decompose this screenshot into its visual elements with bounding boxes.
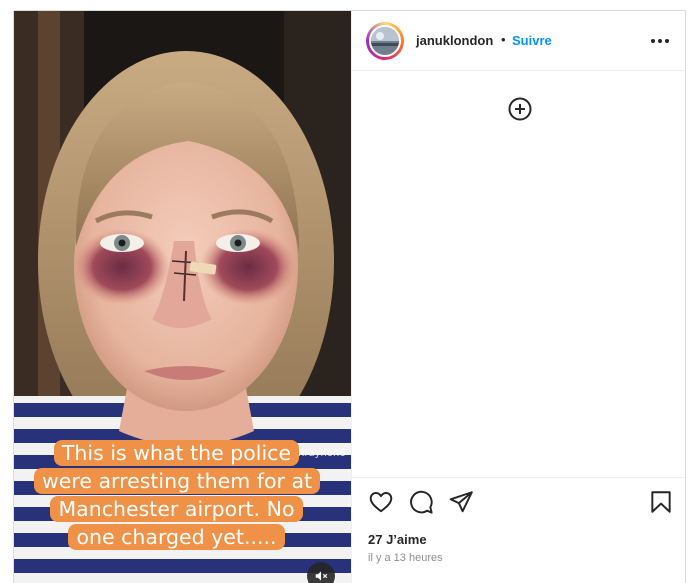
- speaker-muted-icon: [315, 571, 328, 581]
- save-button[interactable]: [648, 489, 674, 515]
- follow-button[interactable]: Suivre: [512, 33, 552, 48]
- heart-icon: [369, 492, 393, 513]
- add-circle-icon: [508, 97, 532, 121]
- avatar[interactable]: [369, 25, 401, 57]
- paper-plane-icon: [449, 491, 473, 513]
- post-sidebar: januklondon • Suivre 27 J’aime il y a 13…: [351, 11, 685, 583]
- more-options-button[interactable]: [648, 32, 672, 50]
- bookmark-icon: [651, 491, 671, 513]
- add-button[interactable]: [508, 97, 532, 121]
- avatar-image: [371, 27, 399, 55]
- mute-button[interactable]: [307, 562, 335, 583]
- post-header: januklondon • Suivre: [352, 11, 685, 71]
- separator-dot: •: [501, 32, 506, 47]
- instagram-post: @~~.ahraynon6 This is what the police we…: [13, 10, 686, 583]
- actions-divider: [352, 477, 685, 479]
- share-button[interactable]: [448, 489, 474, 515]
- video-caption: This is what the police were arresting t…: [34, 439, 321, 551]
- like-count[interactable]: 27 J’aime: [368, 532, 427, 547]
- comment-button[interactable]: [408, 489, 434, 515]
- comment-icon: [410, 490, 433, 514]
- like-button[interactable]: [368, 489, 394, 515]
- username-link[interactable]: januklondon: [416, 33, 493, 48]
- post-media[interactable]: @~~.ahraynon6 This is what the police we…: [14, 11, 351, 583]
- video-caption-text: This is what the police were arresting t…: [34, 440, 321, 550]
- more-options-icon: [651, 39, 669, 43]
- post-timestamp[interactable]: il y a 13 heures: [368, 552, 443, 564]
- story-ring[interactable]: [366, 22, 404, 60]
